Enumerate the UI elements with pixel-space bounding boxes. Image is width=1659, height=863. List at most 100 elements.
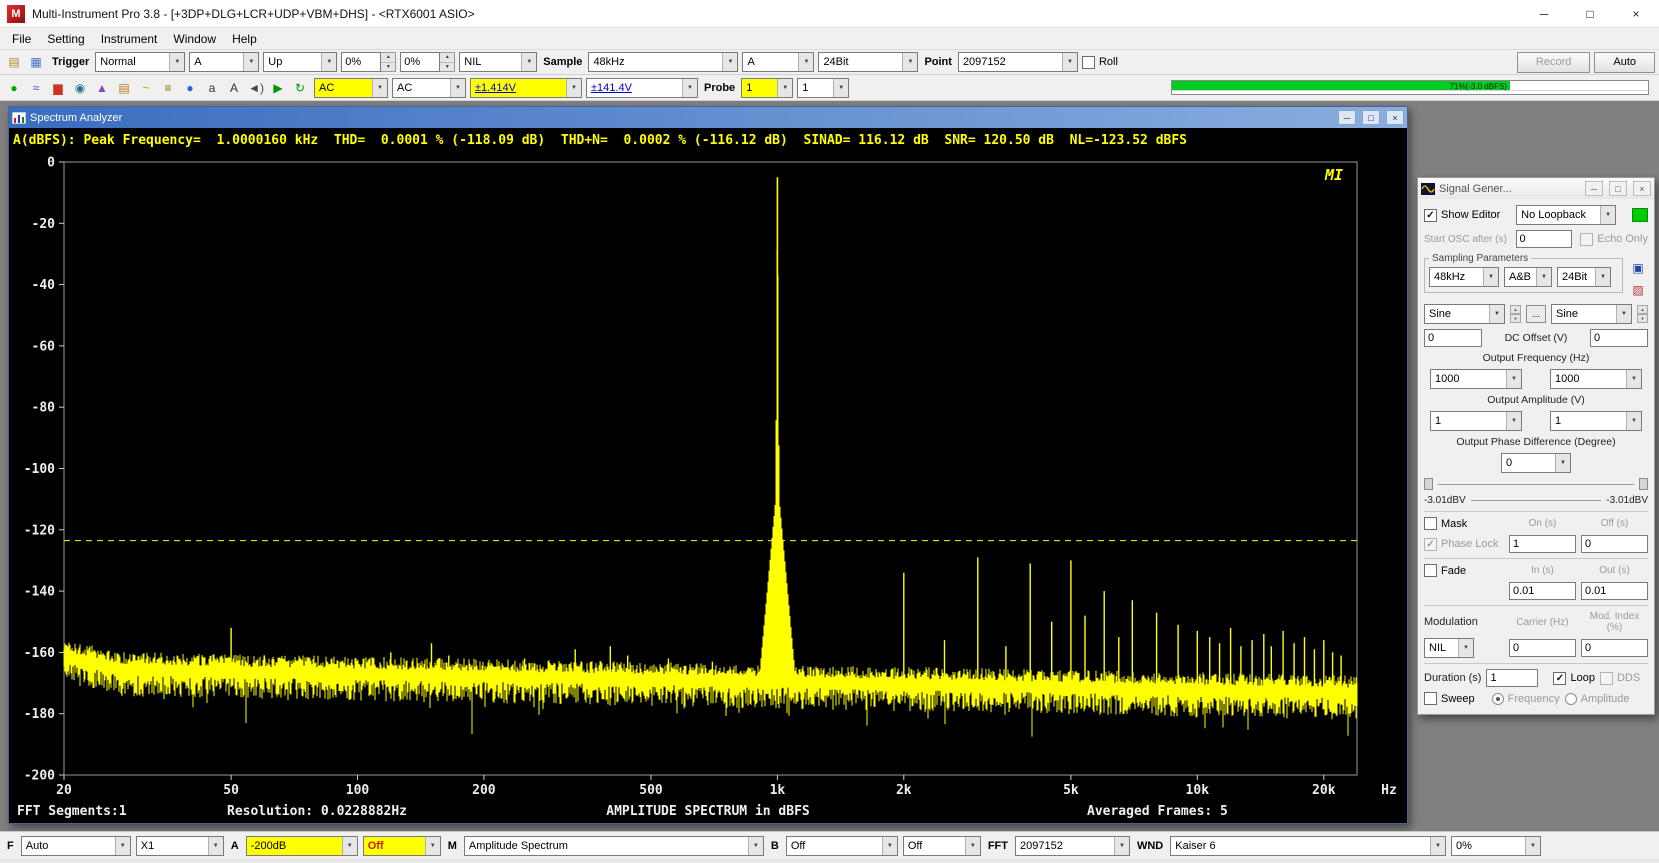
a-processing-select[interactable]: Off (363, 836, 441, 856)
amplitude-b-select[interactable]: 1 (1550, 411, 1642, 431)
probe-b-select[interactable]: 1 (797, 78, 849, 98)
spectrum-restore-button[interactable]: □ (1362, 110, 1380, 125)
trigger-source-select[interactable]: A (189, 52, 259, 72)
loop-checkbox[interactable]: Loop (1553, 672, 1594, 685)
waveform-b-select[interactable]: Sine (1551, 304, 1632, 324)
range-a-select[interactable]: ±1.414V (470, 78, 582, 98)
fft-size-select[interactable]: 2097152 (1015, 836, 1130, 856)
show-editor-checkbox[interactable]: Show Editor (1424, 209, 1500, 222)
b-processing-select[interactable]: Off (903, 836, 981, 856)
amplitude-b-slider[interactable] (1639, 478, 1648, 490)
sweep-amplitude-radio[interactable]: Amplitude (1565, 693, 1630, 705)
stepper-buttons[interactable]: ▲▼ (381, 52, 396, 72)
spectrum-window-title-bar[interactable]: Spectrum Analyzer ─ □ × (9, 107, 1407, 128)
spectrum-close-button[interactable]: × (1386, 110, 1404, 125)
mask-off-input[interactable] (1581, 535, 1648, 553)
open-panel-icon[interactable]: ▤ (4, 53, 24, 71)
start-osc-input[interactable] (1516, 230, 1572, 248)
siggen-maximize-button[interactable]: □ (1609, 181, 1627, 196)
echo-only-checkbox[interactable]: Echo Only (1580, 233, 1648, 246)
dc-offset-a-input[interactable] (1424, 329, 1482, 347)
menu-item-help[interactable]: Help (224, 30, 265, 48)
roll-checkbox[interactable]: Roll (1082, 56, 1118, 69)
font-increase-icon[interactable]: A (224, 79, 244, 97)
stepper-buttons[interactable]: ▲▼ (440, 52, 455, 72)
probe-a-select[interactable]: 1 (741, 78, 793, 98)
waveform-a-select[interactable]: Sine (1424, 304, 1505, 324)
multimeter-icon[interactable]: ◉ (70, 79, 90, 97)
spectrum-minimize-button[interactable]: ─ (1338, 110, 1356, 125)
close-button[interactable]: × (1613, 0, 1659, 27)
trigger-level-stepper[interactable]: 0%▲▼ (341, 52, 396, 72)
amplitude-a-select[interactable]: 1 (1430, 411, 1522, 431)
siggen-close-button[interactable]: × (1633, 181, 1651, 196)
trigger-mode-select[interactable]: Normal (95, 52, 185, 72)
range-b-select[interactable]: ±141.4V (586, 78, 698, 98)
signal-generator-icon[interactable]: ~ (136, 79, 156, 97)
amplitude-a-slider[interactable] (1424, 478, 1433, 490)
fade-out-input[interactable] (1581, 582, 1648, 600)
main-display-select[interactable]: Amplitude Spectrum (464, 836, 764, 856)
modulation-type-select[interactable]: NIL (1424, 638, 1474, 658)
dc-offset-b-input[interactable] (1590, 329, 1648, 347)
gen-bit-depth-select[interactable]: 24Bit (1557, 267, 1611, 287)
gen-channels-select[interactable]: A&B (1504, 267, 1552, 287)
slider-track[interactable] (1438, 484, 1634, 485)
carrier-input[interactable] (1509, 639, 1576, 657)
fade-checkbox[interactable]: Fade (1424, 564, 1504, 577)
spectrum-3d-plot-icon[interactable]: ▲ (92, 79, 112, 97)
phase-difference-select[interactable]: 0 (1501, 453, 1571, 473)
save-icon[interactable]: ▣ (1628, 259, 1648, 277)
speaker-icon[interactable]: ◄) (246, 79, 266, 97)
window-function-select[interactable]: Kaiser 6 (1170, 836, 1446, 856)
auto-button[interactable]: Auto (1594, 52, 1655, 73)
loopback-select[interactable]: No Loopback (1516, 205, 1616, 225)
sweep-checkbox[interactable]: Sweep (1424, 692, 1475, 705)
menu-item-file[interactable]: File (4, 30, 39, 48)
mask-on-input[interactable] (1509, 535, 1576, 553)
font-decrease-icon[interactable]: a (202, 79, 222, 97)
x-zoom-select[interactable]: X1 (136, 836, 224, 856)
trigger-edge-select[interactable]: Up (263, 52, 337, 72)
output-on-button[interactable] (1632, 208, 1648, 222)
frequency-a-select[interactable]: 1000 (1430, 369, 1522, 389)
play-icon[interactable]: ▶ (268, 79, 288, 97)
fade-in-input[interactable] (1509, 582, 1576, 600)
duration-input[interactable] (1486, 669, 1538, 687)
waveform-a-spinner[interactable]: ▲▼ (1510, 305, 1521, 323)
sample-rate-select[interactable]: 48kHz (588, 52, 738, 72)
waveform-library-button[interactable]: ... (1526, 305, 1546, 323)
trigger-hpf-select[interactable]: NIL (459, 52, 537, 72)
siggen-minimize-button[interactable]: ─ (1585, 181, 1603, 196)
gen-sample-rate-select[interactable]: 48kHz (1429, 267, 1499, 287)
run-icon[interactable]: ● (4, 79, 24, 97)
derived-data-icon[interactable]: ≡ (158, 79, 178, 97)
waveform-b-spinner[interactable]: ▲▼ (1637, 305, 1648, 323)
a-range-select[interactable]: -200dB (246, 836, 358, 856)
data-logger-icon[interactable]: ▤ (114, 79, 134, 97)
record-length-select[interactable]: 2097152 (958, 52, 1078, 72)
layout-grid-icon[interactable]: ▦ (26, 53, 46, 71)
coupling-b-select[interactable]: AC (392, 78, 466, 98)
freq-axis-mode-select[interactable]: Auto (21, 836, 131, 856)
phase-lock-checkbox[interactable]: Phase Lock (1424, 538, 1504, 551)
frequency-b-select[interactable]: 1000 (1550, 369, 1642, 389)
menu-item-window[interactable]: Window (165, 30, 224, 48)
coupling-a-select[interactable]: AC (314, 78, 388, 98)
trigger-delay-stepper[interactable]: 0%▲▼ (400, 52, 455, 72)
bit-depth-select[interactable]: 24Bit (818, 52, 918, 72)
maximize-button[interactable]: □ (1567, 0, 1613, 27)
mod-index-input[interactable] (1581, 639, 1648, 657)
siggen-title-bar[interactable]: Signal Gener... ─ □ × (1418, 178, 1654, 199)
load-settings-icon[interactable]: ▨ (1628, 281, 1648, 299)
spectrum-plot-area[interactable]: 0-20-40-60-80-100-120-140-160-180-200205… (9, 152, 1407, 801)
mask-checkbox[interactable]: Mask (1424, 517, 1504, 530)
replay-icon[interactable]: ↻ (290, 79, 310, 97)
device-test-plan-icon[interactable]: ● (180, 79, 200, 97)
dds-checkbox[interactable]: DDS (1600, 672, 1640, 685)
sample-channel-select[interactable]: A (742, 52, 814, 72)
oscilloscope-icon[interactable]: ≈ (26, 79, 46, 97)
menu-item-setting[interactable]: Setting (39, 30, 92, 48)
spectrum-analyzer-icon[interactable]: ▆ (48, 79, 68, 97)
b-range-select[interactable]: Off (786, 836, 898, 856)
